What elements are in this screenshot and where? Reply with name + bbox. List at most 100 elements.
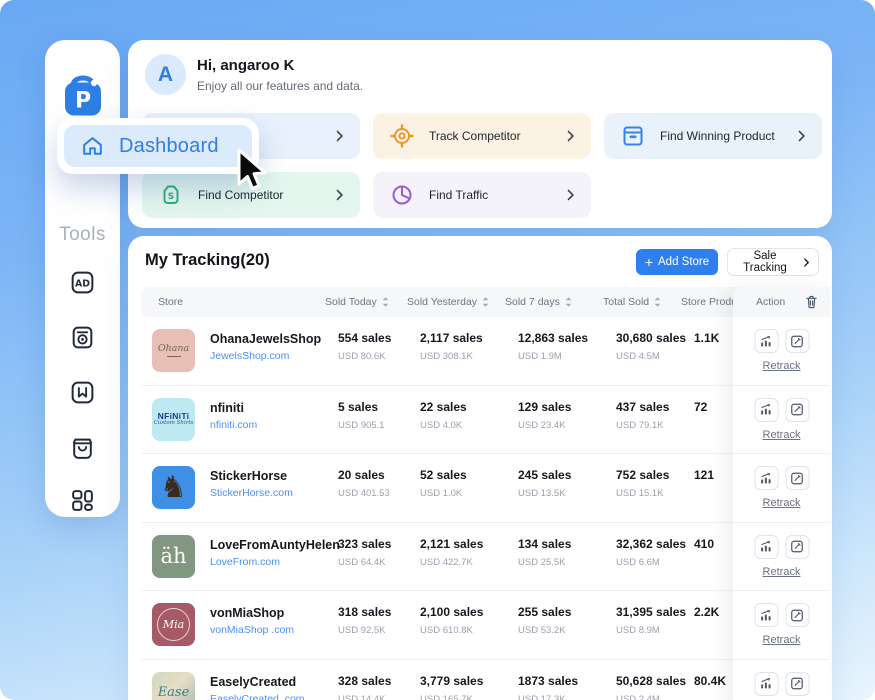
trash-icon[interactable] [804,294,819,310]
total-sold-cell: 50,628 salesUSD 2.4M [616,674,686,700]
avatar[interactable]: A [145,54,186,95]
retrack-link[interactable]: Retrack [763,360,801,372]
sort-icon[interactable] [564,296,573,308]
column-header-sold-7-days[interactable]: Sold 7 days [505,287,573,317]
feature-card-track-competitor[interactable]: Track Competitor [373,113,591,159]
chevron-right-icon [564,130,577,143]
feature-card-find-competitor[interactable]: S Find Competitor [142,172,360,218]
sold-today-cell: 20 salesUSD 401.53 [338,468,390,499]
add-store-button[interactable]: + Add Store [636,249,718,275]
retrack-link[interactable]: Retrack [763,429,801,441]
table-row[interactable]: äh LoveFromAuntyHelen LoveFrom.com 323 … [141,523,819,592]
my-tracking-card: My Tracking(20) + Add Store Sale Trackin… [128,236,832,700]
table-row[interactable]: ♞ StickerHorse StickerHorse.com 20 sales… [141,454,819,523]
table-row[interactable]: Ohana OhanaJewelsShop JewelsShop.com 554… [141,317,819,386]
sale-tracking-button[interactable]: Sale Tracking [727,248,819,276]
analytics-button[interactable] [754,466,778,490]
product-box-icon [620,123,646,149]
total-sold-cell: 32,362 salesUSD 6.6M [616,537,686,568]
store-icon[interactable] [69,434,97,462]
sold-today-cell: 318 salesUSD 92.5K [338,605,391,636]
sold-7days-cell: 129 salesUSD 23.4K [518,400,571,431]
sold-yesterday-cell: 2,117 salesUSD 308.1K [420,331,483,362]
table-row[interactable]: Ease EaselyCreated EaselyCreated .com 32… [141,660,819,700]
store-domain-link[interactable]: vonMiaShop .com [210,624,294,636]
action-column-header: Action [733,287,830,317]
feature-card-label: Find Competitor [198,188,283,202]
column-header-sold-yesterday[interactable]: Sold Yesterday [407,287,490,317]
sold-yesterday-cell: 22 salesUSD 4.0K [420,400,467,431]
sold-yesterday-cell: 52 salesUSD 1.0K [420,468,467,499]
sort-icon[interactable] [653,296,662,308]
total-sold-cell: 30,680 salesUSD 4.5M [616,331,686,362]
svg-text:AD: AD [75,278,90,289]
app-window: P Tools AD Dashboard A Hi, angaro [0,0,875,700]
pie-icon [389,182,415,208]
analytics-button[interactable] [754,398,778,422]
analytics-button[interactable] [754,535,778,559]
total-sold-cell: 31,395 salesUSD 8.9M [616,605,686,636]
edit-button[interactable] [785,672,809,696]
my-tracking-title: My Tracking(20) [145,251,270,270]
ads-icon[interactable]: AD [69,268,97,296]
action-cell: Retrack [733,386,830,455]
store-products-cell: 72 [694,400,707,414]
retrack-link[interactable]: Retrack [763,497,801,509]
sold-today-cell: 328 salesUSD 14.4K [338,674,391,700]
store-logo: äh [152,535,195,578]
sort-icon[interactable] [481,296,490,308]
action-cell: Retrack [733,591,830,660]
feature-card-find-winning-product[interactable]: Find Winning Product [604,113,822,159]
edit-button[interactable] [785,466,809,490]
tracker-icon[interactable] [69,323,97,351]
edit-button[interactable] [785,329,809,353]
analytics-button[interactable] [754,603,778,627]
edit-button[interactable] [785,535,809,559]
tools-section-label: Tools [45,224,120,246]
store-domain-link[interactable]: JewelsShop.com [210,350,289,362]
store-logo: ♞ [152,466,195,509]
feature-card-label: Find Traffic [429,188,488,202]
table-row[interactable]: NFiNiTiCustom Shirts nfiniti nfiniti.com… [141,386,819,455]
column-header-store: Store [158,287,183,317]
action-cell: Retrack [733,317,830,386]
target-icon [389,123,415,149]
bookmark-icon[interactable] [69,378,97,406]
svg-text:P: P [74,89,90,114]
edit-button[interactable] [785,398,809,422]
store-logo: Ease [152,672,195,700]
store-logo: Ohana [152,329,195,372]
store-products-cell: 2.2K [694,605,719,619]
store-domain-link[interactable]: LoveFrom.com [210,556,280,568]
retrack-link[interactable]: Retrack [763,566,801,578]
sold-7days-cell: 12,863 salesUSD 1.9M [518,331,588,362]
sold-yesterday-cell: 2,100 salesUSD 610.8K [420,605,483,636]
store-products-cell: 1.1K [694,331,719,345]
store-name: EaselyCreated [210,675,296,689]
column-header-sold-today[interactable]: Sold Today [325,287,390,317]
store-domain-link[interactable]: EaselyCreated .com [210,693,305,700]
column-header-total-sold[interactable]: Total Sold [603,287,662,317]
sold-today-cell: 554 salesUSD 80.6K [338,331,391,362]
edit-button[interactable] [785,603,809,627]
home-icon [80,134,105,159]
sidebar-item-dashboard[interactable]: Dashboard [64,125,252,167]
analytics-button[interactable] [754,672,778,696]
sort-icon[interactable] [381,296,390,308]
apps-grid-icon[interactable] [69,486,97,514]
store-name: vonMiaShop [210,606,284,620]
store-domain-link[interactable]: StickerHorse.com [210,487,293,499]
table-row[interactable]: Mia vonMiaShop vonMiaShop .com 318 sales… [141,591,819,660]
store-products-cell: 121 [694,468,714,482]
analytics-button[interactable] [754,329,778,353]
store-name: LoveFromAuntyHelen [210,538,340,552]
store-name: nfiniti [210,401,244,415]
action-cell: Retrack [733,523,830,592]
store-domain-link[interactable]: nfiniti.com [210,419,257,431]
store-name: OhanaJewelsShop [210,332,321,346]
feature-card-find-traffic[interactable]: Find Traffic [373,172,591,218]
action-cell: Retrack [733,454,830,523]
action-cell: Retrack [733,660,830,700]
retrack-link[interactable]: Retrack [763,634,801,646]
store-logo: Mia [152,603,195,646]
